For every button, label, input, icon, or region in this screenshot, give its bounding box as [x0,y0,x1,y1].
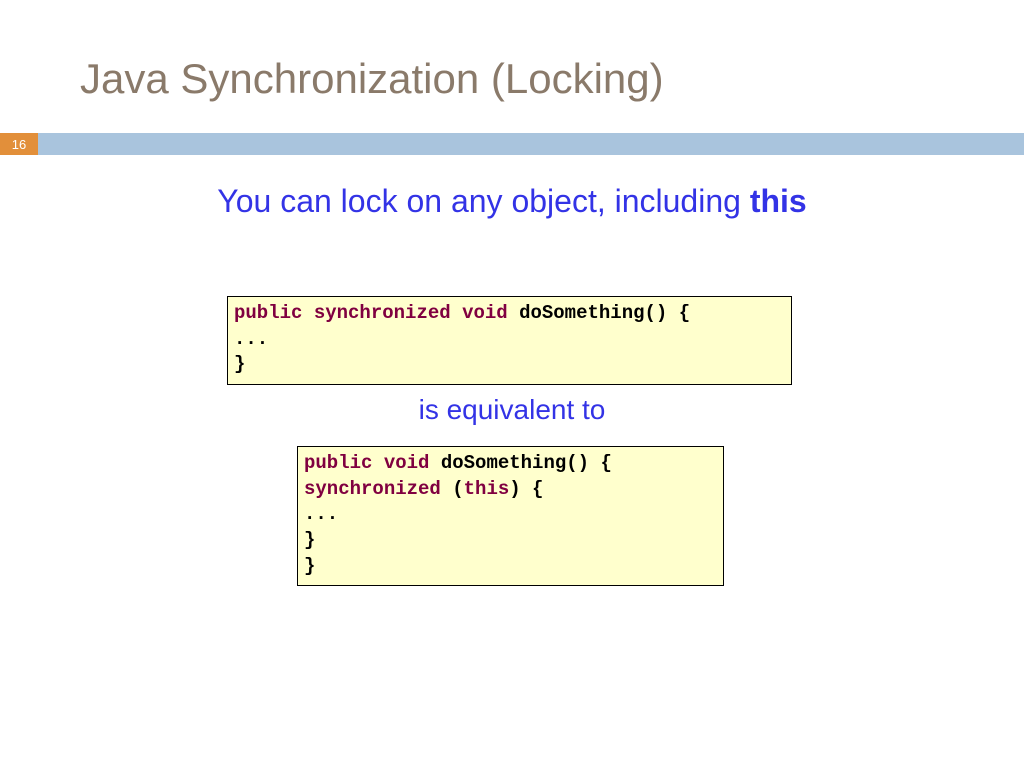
code-line: ... [304,502,717,528]
code-block-2: public void doSomething() { synchronized… [297,446,724,586]
keyword: synchronized [314,302,451,324]
keyword: synchronized [304,478,441,500]
code-line: synchronized (this) { [304,477,717,503]
code-line: ... [234,327,785,353]
equivalent-text: is equivalent to [0,394,1024,426]
header-strip: 16 [0,133,1024,155]
subtitle-bold: this [750,183,807,219]
code-block-1: public synchronized void doSomething() {… [227,296,792,385]
code-text: doSomething() { [508,302,690,324]
code-line: } [304,554,717,580]
code-line: } [304,528,717,554]
header-bar [38,133,1024,155]
code-text: doSomething() { [429,452,611,474]
keyword-this: this [464,478,510,500]
page-number-badge: 16 [0,133,38,155]
code-line: public synchronized void doSomething() { [234,301,785,327]
keyword: public [304,452,372,474]
code-line: public void doSomething() { [304,451,717,477]
subtitle-text: You can lock on any object, including th… [0,183,1024,220]
code-line: } [234,352,785,378]
keyword: public [234,302,302,324]
keyword: void [462,302,508,324]
slide-title: Java Synchronization (Locking) [80,55,664,103]
subtitle-pre: You can lock on any object, including [217,183,750,219]
code-text: ( [441,478,464,500]
keyword: void [384,452,430,474]
code-text: ) { [509,478,543,500]
